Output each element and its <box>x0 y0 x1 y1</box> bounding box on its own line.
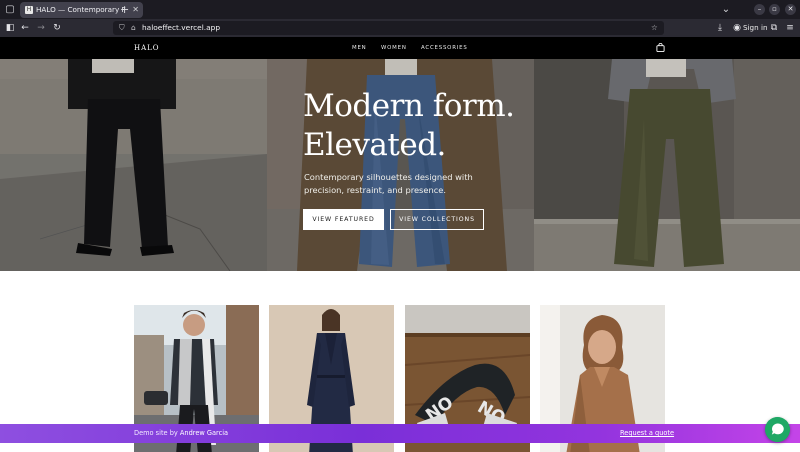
hero-section: Modern form. Elevated. Contemporary silh… <box>0 59 800 271</box>
close-tab-icon[interactable]: ✕ <box>132 4 139 16</box>
site-header: HALO MEN WOMEN ACCESSORIES <box>0 37 800 59</box>
hero-title-line-1: Modern form. <box>303 88 515 124</box>
demo-author-link[interactable]: Andrew Garcia <box>180 429 228 437</box>
hero-title: Modern form. Elevated. <box>303 87 515 165</box>
browser-tab-bar: ▢ H HALO — Contemporary F ✕ + ⌄ – ▫ ✕ <box>0 0 800 19</box>
account-icon[interactable]: ◉ <box>731 22 743 34</box>
close-window-icon[interactable]: ✕ <box>785 4 796 15</box>
new-tab-icon[interactable]: + <box>120 3 129 16</box>
list-tabs-icon[interactable]: ⌄ <box>719 3 733 17</box>
site-favicon-icon: H <box>25 6 33 14</box>
browser-navigation-bar: ◧ ← → ↻ ⛉ ⌂ haloeffect.vercel.app ☆ ⤓ ◉ … <box>0 19 800 37</box>
nav-link-women[interactable]: WOMEN <box>381 42 407 54</box>
downloads-icon[interactable]: ⤓ <box>714 22 726 34</box>
view-featured-button[interactable]: VIEW FEATURED <box>303 209 384 230</box>
demo-banner-prefix: Demo site by <box>134 429 180 437</box>
view-collections-button[interactable]: VIEW COLLECTIONS <box>390 209 484 230</box>
tracking-shield-icon[interactable]: ⛉ <box>119 22 125 34</box>
menu-icon[interactable]: ≡ <box>784 22 796 34</box>
tab-overview-icon[interactable]: ▢ <box>3 3 17 17</box>
nav-link-accessories[interactable]: ACCESSORIES <box>421 42 468 54</box>
address-bar[interactable]: ⛉ ⌂ haloeffect.vercel.app ☆ <box>113 21 664 35</box>
sidebar-toggle-icon[interactable]: ◧ <box>4 22 16 34</box>
bookmark-star-icon[interactable]: ☆ <box>651 22 658 34</box>
minimize-window-icon[interactable]: – <box>754 4 765 15</box>
demo-banner: Demo site by Andrew Garcia Request a quo… <box>0 424 800 443</box>
extensions-icon[interactable]: ⧉ <box>768 22 780 34</box>
forward-icon[interactable]: → <box>35 22 47 34</box>
tab-title: HALO — Contemporary F <box>36 5 126 14</box>
lock-icon[interactable]: ⌂ <box>131 22 136 34</box>
sign-in-link[interactable]: Sign in <box>743 22 768 34</box>
hero-title-line-2: Elevated. <box>303 127 446 163</box>
reload-icon[interactable]: ↻ <box>51 22 63 34</box>
site-logo[interactable]: HALO <box>134 42 160 54</box>
shopping-bag-icon[interactable] <box>656 43 665 52</box>
request-quote-link[interactable]: Request a quote <box>620 427 674 440</box>
restore-window-icon[interactable]: ▫ <box>769 4 780 15</box>
back-icon[interactable]: ← <box>19 22 31 34</box>
chat-bubble-button[interactable] <box>765 417 790 442</box>
demo-banner-text: Demo site by Andrew Garcia <box>134 427 228 440</box>
hero-subtitle: Contemporary silhouettes designed with p… <box>304 172 473 195</box>
url-text[interactable]: haloeffect.vercel.app <box>142 22 220 34</box>
nav-link-men[interactable]: MEN <box>352 42 367 54</box>
